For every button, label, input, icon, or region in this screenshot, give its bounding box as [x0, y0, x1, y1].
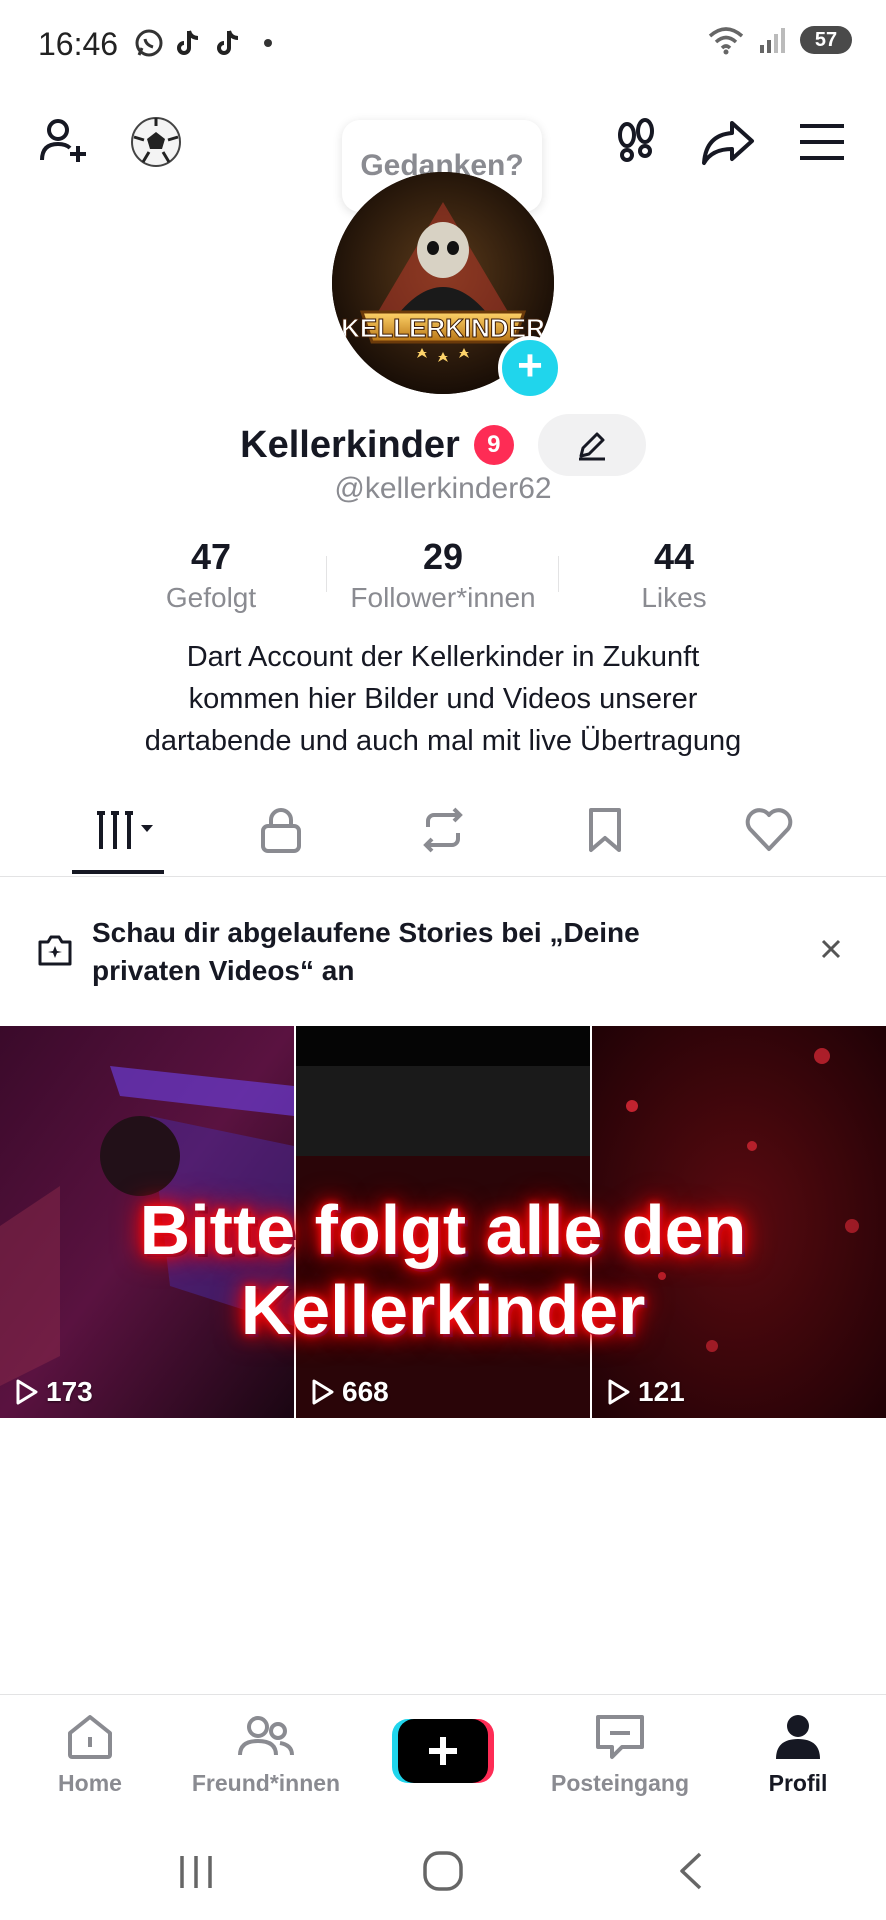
- bottom-navigation: Home Freund*innen Posteingang Profil: [0, 1694, 886, 1815]
- view-count-label: 668: [342, 1376, 389, 1407]
- nav-label: Home: [58, 1770, 122, 1796]
- tab-liked[interactable]: [734, 800, 804, 860]
- soccer-ball-icon[interactable]: [126, 112, 186, 172]
- stat-divider: [558, 556, 559, 592]
- pencil-icon: [578, 432, 605, 461]
- bio-line: Dart Account der Kellerkinder in Zukunft: [186, 641, 700, 673]
- inbox-icon: [596, 1715, 644, 1759]
- share-icon[interactable]: [698, 112, 758, 172]
- tab-private[interactable]: [246, 800, 316, 860]
- nav-label: Posteingang: [550, 1770, 689, 1796]
- notification-badge[interactable]: 9: [473, 425, 514, 465]
- home-icon: [68, 1715, 112, 1759]
- view-count: 173: [14, 1376, 93, 1408]
- status-time: 16:46: [38, 26, 119, 62]
- view-count-label: 121: [638, 1376, 685, 1407]
- stat-value: 44: [653, 536, 695, 577]
- bookmark-icon: [589, 808, 621, 852]
- nav-profile[interactable]: Profil: [708, 1711, 886, 1797]
- stat-divider: [326, 556, 327, 592]
- video-overlay-caption: Bitte folgt alle den Kellerkinder: [0, 1190, 886, 1350]
- back-icon[interactable]: [676, 1850, 706, 1892]
- repost-icon: [423, 807, 463, 853]
- story-camera-icon: [38, 935, 72, 966]
- system-navigation-bar: [0, 1830, 886, 1920]
- tab-saved[interactable]: [570, 800, 640, 860]
- tab-reposts[interactable]: [408, 800, 478, 860]
- name-row: Kellerkinder 9: [0, 414, 886, 476]
- videos-grid-icon: [97, 811, 153, 849]
- tiktok-icon: [177, 30, 199, 55]
- create-button[interactable]: [392, 1719, 494, 1783]
- stat-value: 29: [422, 536, 464, 577]
- profile-bio: Dart Account der Kellerkinder in Zukunft…: [60, 636, 826, 762]
- banner-text: Schau dir abgelaufene Stories bei „Deine…: [92, 917, 640, 986]
- stories-banner[interactable]: Schau dir abgelaufene Stories bei „Deine…: [0, 878, 886, 1022]
- signal-icon: [760, 28, 785, 53]
- recent-apps-icon[interactable]: [176, 1852, 216, 1892]
- bio-line: dartabende und auch mal mit live Übertra…: [144, 725, 742, 757]
- view-count: 121: [606, 1376, 685, 1408]
- nav-label: Freund*innen: [191, 1770, 341, 1796]
- display-name: Kellerkinder: [240, 423, 460, 466]
- edit-profile-button[interactable]: [537, 414, 646, 476]
- battery-indicator: 57: [800, 26, 852, 54]
- tab-videos[interactable]: [84, 800, 164, 860]
- stat-label: Likes: [641, 582, 707, 613]
- stat-following[interactable]: 47 Gefolgt: [101, 536, 321, 614]
- nav-inbox[interactable]: Posteingang: [530, 1711, 710, 1797]
- bio-line: kommen hier Bilder und Videos unserer: [188, 683, 698, 715]
- play-icon: [312, 1379, 334, 1405]
- home-button-icon[interactable]: [422, 1850, 464, 1892]
- add-story-button[interactable]: +: [498, 336, 562, 400]
- wifi-icon: [708, 27, 744, 55]
- nav-home[interactable]: Home: [0, 1711, 180, 1797]
- dot-icon: [264, 39, 272, 47]
- lock-icon: [261, 808, 301, 853]
- overlay-line: Kellerkinder: [240, 1271, 646, 1349]
- status-notification-icons: [134, 28, 272, 58]
- nav-friends[interactable]: Freund*innen: [176, 1711, 356, 1797]
- view-count-label: 173: [46, 1376, 93, 1407]
- overlay-line: Bitte folgt alle den: [139, 1191, 747, 1269]
- menu-icon[interactable]: [792, 112, 852, 172]
- stat-likes[interactable]: 44 Likes: [564, 536, 784, 614]
- heart-icon: [745, 808, 793, 851]
- active-tab-indicator: [72, 870, 164, 874]
- content-tabs: [0, 792, 886, 877]
- nav-label: Profil: [768, 1770, 828, 1796]
- plus-icon: [392, 1719, 494, 1783]
- tiktok-icon: [217, 30, 239, 55]
- add-friend-icon[interactable]: [34, 112, 94, 172]
- profile-icon: [776, 1715, 820, 1759]
- whatsapp-icon: [135, 29, 163, 57]
- stat-label: Follower*innen: [350, 582, 536, 613]
- view-count: 668: [310, 1376, 389, 1408]
- close-icon[interactable]: [820, 938, 842, 960]
- stat-value: 47: [190, 536, 232, 577]
- friends-icon: [238, 1716, 294, 1756]
- stat-followers[interactable]: 29 Follower*innen: [333, 536, 553, 614]
- play-icon: [608, 1379, 630, 1405]
- stat-label: Gefolgt: [165, 582, 257, 613]
- status-system-icons: 57: [706, 24, 852, 56]
- footprints-icon[interactable]: [606, 112, 666, 172]
- username-handle: @kellerkinder62: [334, 472, 552, 505]
- play-icon: [16, 1379, 38, 1405]
